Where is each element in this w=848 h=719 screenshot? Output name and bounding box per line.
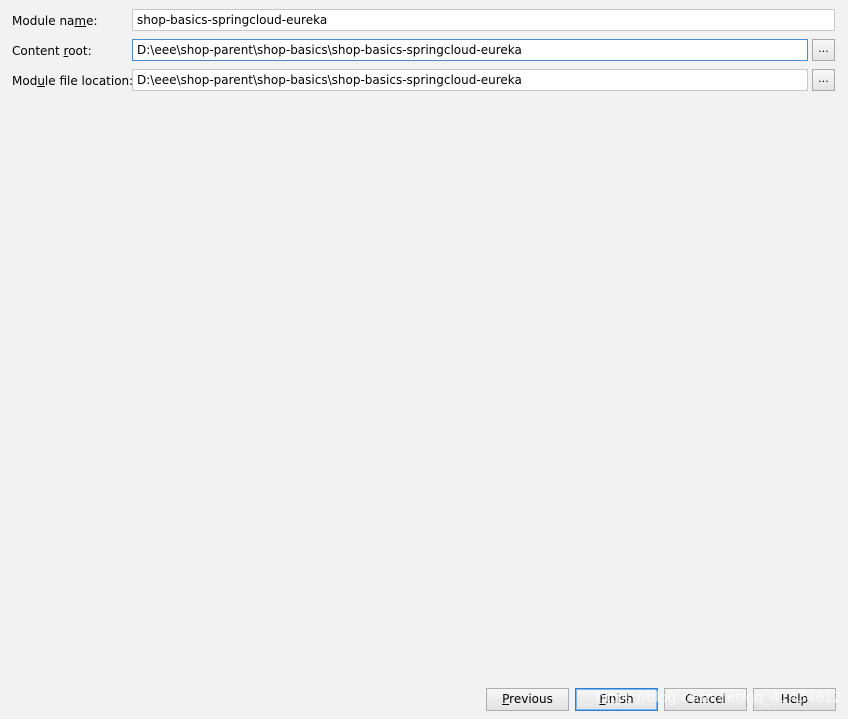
content-root-input[interactable]: D:\eee\shop-parent\shop-basics\shop-basi…	[132, 39, 808, 61]
content-root-label: Content root:	[12, 40, 92, 62]
module-file-location-input[interactable]: D:\eee\shop-parent\shop-basics\shop-basi…	[132, 69, 808, 91]
new-module-dialog: Module name: shop-basics-springcloud-eur…	[0, 0, 848, 719]
module-file-location-label-post: le file location:	[44, 74, 134, 88]
module-name-label-mnemonic: m	[74, 14, 87, 28]
module-file-location-label: Module file location:	[12, 70, 133, 92]
content-root-label-pre: Content	[12, 44, 64, 58]
previous-button-rest: revious	[509, 692, 553, 706]
finish-button-rest: inish	[605, 692, 634, 706]
module-name-label-post: e:	[86, 14, 98, 28]
content-root-label-post: oot:	[68, 44, 92, 58]
module-file-location-browse-button[interactable]: ...	[812, 69, 835, 91]
module-file-location-label-pre: Mod	[12, 74, 38, 88]
help-button[interactable]: Help	[753, 688, 836, 711]
module-file-location-label-mnemonic: u	[37, 74, 45, 88]
finish-button[interactable]: Finish	[575, 688, 658, 711]
module-name-label-pre: Module na	[12, 14, 75, 28]
previous-button[interactable]: Previous	[486, 688, 569, 711]
module-name-input[interactable]: shop-basics-springcloud-eureka	[132, 9, 835, 31]
content-root-browse-button[interactable]: ...	[812, 39, 835, 61]
cancel-button[interactable]: Cancel	[664, 688, 747, 711]
module-name-label: Module name:	[12, 10, 98, 32]
